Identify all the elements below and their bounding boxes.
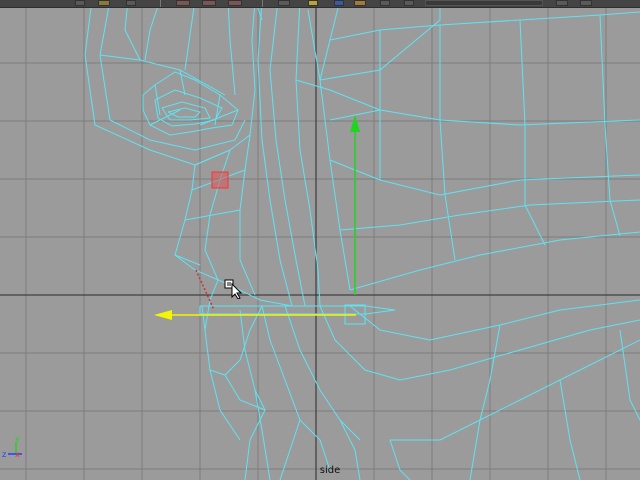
camera-name-label: side <box>319 465 341 476</box>
shading-icon[interactable] <box>334 0 344 6</box>
camera-attr-icon[interactable] <box>580 0 592 6</box>
side-viewport[interactable]: y z x side <box>0 0 640 480</box>
isolate-icon[interactable] <box>380 0 390 6</box>
cam-icon-3[interactable] <box>228 0 242 6</box>
render-settings-icon[interactable] <box>98 0 110 6</box>
selected-edge <box>195 269 215 311</box>
light-icon[interactable] <box>308 0 318 6</box>
texture-icon[interactable] <box>354 0 366 6</box>
axis-indicator: y z x <box>2 434 28 462</box>
pivot-handle[interactable] <box>211 171 229 189</box>
z-axis-arrow-icon[interactable] <box>154 310 172 320</box>
camera-field[interactable] <box>425 0 543 6</box>
xray-icon[interactable] <box>404 0 414 6</box>
panel-layout-icon[interactable] <box>556 0 568 6</box>
render-icon[interactable] <box>75 0 85 6</box>
axis-y-label: y <box>15 434 20 443</box>
snapshot-icon[interactable] <box>126 0 136 6</box>
axis-z-label: z <box>2 450 7 459</box>
axis-x-label: x <box>15 450 20 459</box>
viewport-toolbar <box>0 0 640 8</box>
cam-icon-1[interactable] <box>176 0 190 6</box>
grid-toggle-icon[interactable] <box>278 0 290 6</box>
toolbar-separator <box>160 0 161 7</box>
cam-icon-2[interactable] <box>202 0 216 6</box>
move-manipulator[interactable] <box>0 0 640 480</box>
toolbar-separator <box>262 0 263 7</box>
select-move-cursor-icon <box>224 279 243 299</box>
y-axis-arrow-icon[interactable] <box>350 115 360 132</box>
